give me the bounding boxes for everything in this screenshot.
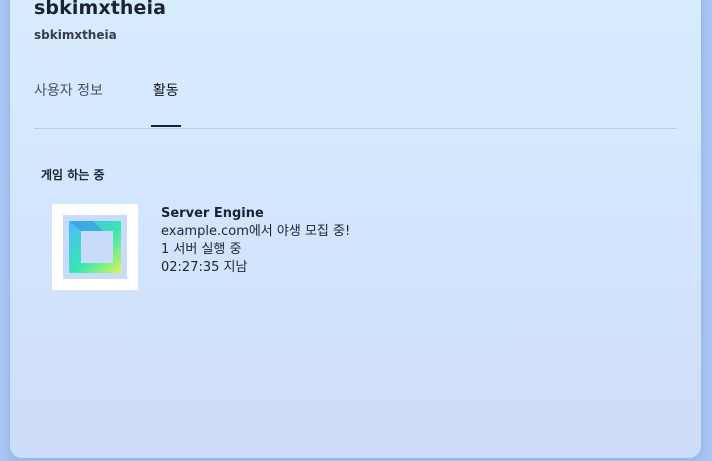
username: sbkimxtheia — [34, 28, 117, 42]
activity-item: Server Engine example.com에서 야생 모집 중! 1 서… — [52, 204, 350, 290]
activity-details: Server Engine example.com에서 야생 모집 중! 1 서… — [161, 205, 350, 290]
profile-tabs: 사용자 정보 활동 — [34, 80, 181, 127]
server-engine-logo-icon — [63, 215, 127, 279]
activity-details-text: example.com에서 야생 모집 중! — [161, 224, 351, 239]
tab-activity[interactable]: 활동 — [150, 80, 181, 127]
profile-header: sbkimxtheia sbkimxtheia — [34, 0, 166, 42]
tab-user-info[interactable]: 사용자 정보 — [34, 80, 103, 100]
activity-state: 1 서버 실행 중 — [161, 242, 242, 257]
tabs-divider — [34, 128, 677, 129]
activity-elapsed: 02:27:35 지남 — [161, 260, 248, 275]
game-name: Server Engine — [161, 206, 264, 221]
profile-card: sbkimxtheia sbkimxtheia 사용자 정보 활동 게임 하는 … — [10, 0, 701, 458]
display-name: sbkimxtheia — [34, 0, 167, 19]
game-art — [52, 204, 138, 290]
section-title-playing: 게임 하는 중 — [41, 168, 105, 182]
